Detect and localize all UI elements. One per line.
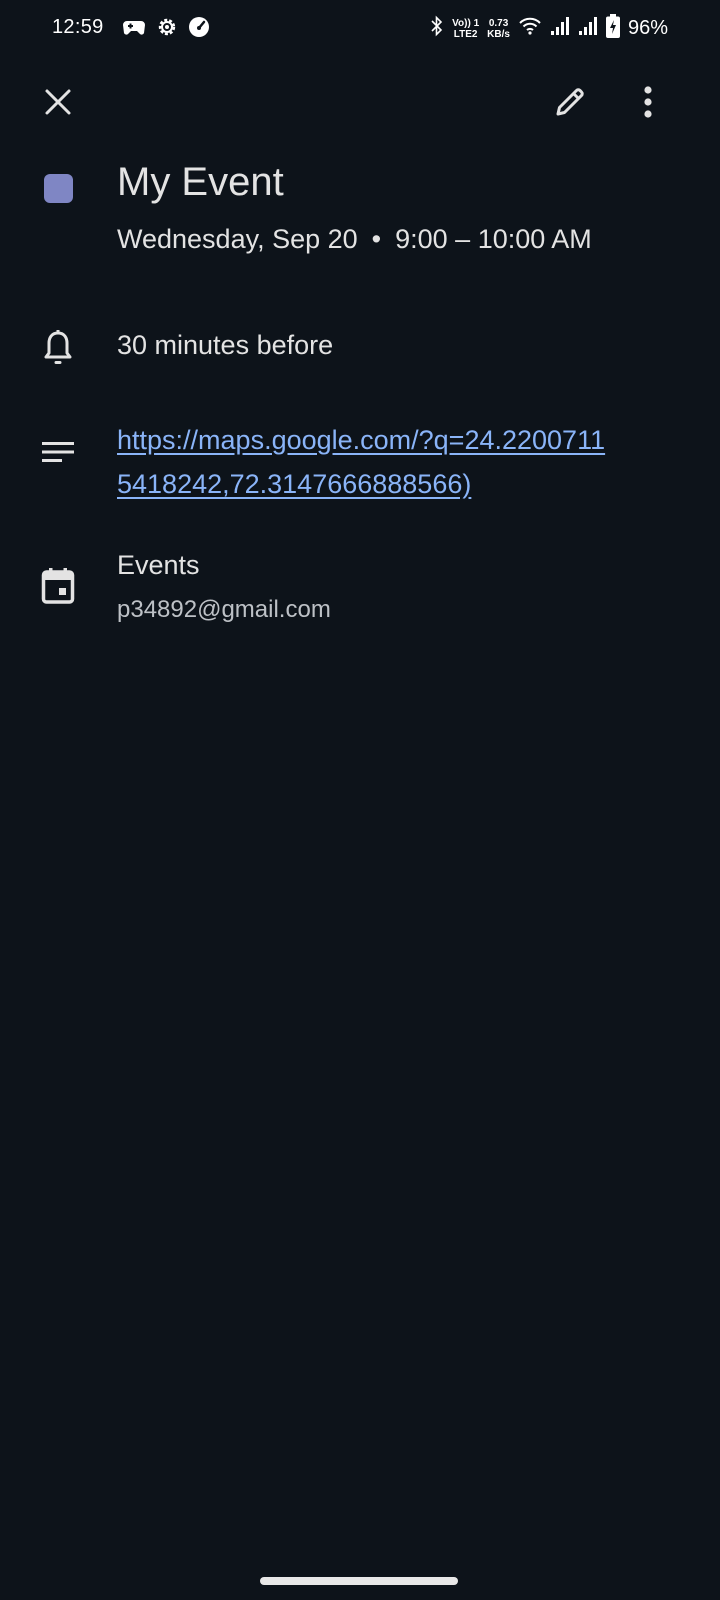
status-right-icons: Vo)) 1 LTE2 0.73 KB/s 96%: [430, 14, 668, 43]
battery-percent: 96%: [627, 17, 668, 39]
game-controller-icon: [122, 18, 146, 41]
event-title: My Event: [117, 160, 284, 204]
speedometer-icon: [188, 16, 210, 43]
network-type: Vo)) 1 LTE2: [452, 17, 480, 40]
edit-button[interactable]: [546, 80, 594, 128]
battery-charging-icon: [605, 14, 620, 43]
calendar-name: Events: [117, 550, 200, 580]
home-indicator[interactable]: [260, 1577, 458, 1585]
wifi-icon: [518, 16, 542, 41]
calendar-account: p34892@gmail.com: [117, 596, 331, 623]
calendar-icon: [36, 564, 80, 608]
notes-icon: [36, 430, 80, 474]
event-datetime: Wednesday, Sep 20 • 9:00 – 10:00 AM: [117, 224, 592, 255]
bluetooth-icon: [430, 15, 444, 42]
separator-dot: •: [371, 224, 382, 254]
close-icon: [44, 88, 72, 121]
edit-pencil-icon: [552, 84, 588, 125]
settings-gear-icon: [156, 16, 178, 43]
maps-link[interactable]: https://maps.google.com/?q=24.2200711541…: [117, 418, 617, 506]
event-time-range: 9:00 – 10:00 AM: [395, 224, 592, 254]
signal-2-icon: [578, 16, 598, 41]
status-time: 12:59: [52, 16, 104, 38]
close-button[interactable]: [34, 80, 82, 128]
signal-1-icon: [550, 16, 570, 41]
status-bar: 12:59 Vo)) 1 LTE2 0.73 KB/s 96%: [0, 0, 720, 60]
more-vert-icon: [642, 85, 654, 123]
notification-text[interactable]: 30 minutes before: [117, 330, 333, 361]
event-color-swatch: [44, 174, 73, 203]
network-speed: 0.73 KB/s: [487, 17, 510, 40]
event-date: Wednesday, Sep 20: [117, 224, 358, 254]
more-options-button[interactable]: [624, 80, 672, 128]
bell-icon: [36, 326, 80, 370]
status-left-icons: [122, 16, 210, 43]
